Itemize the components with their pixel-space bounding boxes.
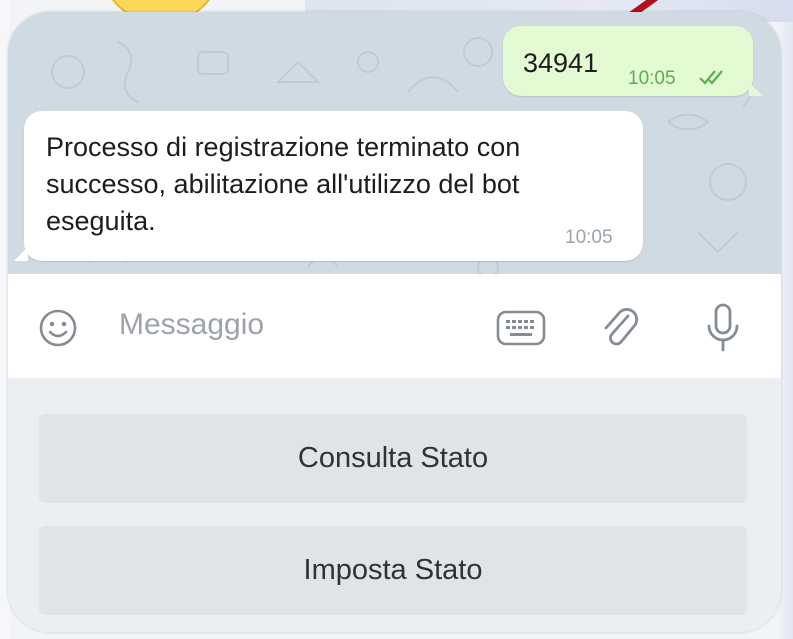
chat-area[interactable]: 34941 10:05 Processo di registrazione te… [8,12,781,274]
incoming-message-time: 10:05 [565,227,613,248]
bubble-tail [14,247,28,261]
phone-screen: 34941 10:05 Processo di registrazione te… [8,12,781,632]
bubble-tail [749,82,763,96]
background-right-edge [779,0,793,639]
double-check-icon [699,70,723,85]
imposta-stato-button[interactable]: Imposta Stato [39,526,747,615]
keyboard-icon[interactable] [495,309,547,347]
outgoing-message-bubble[interactable]: 34941 10:05 [503,26,763,96]
incoming-message-text: Processo di registrazione terminato con … [46,132,521,236]
message-input[interactable]: Messaggio [119,308,264,342]
microphone-icon[interactable] [704,302,742,354]
attach-icon[interactable] [598,304,644,352]
outgoing-message-time: 10:05 [628,68,676,89]
incoming-message-bubble[interactable]: Processo di registrazione terminato con … [14,111,643,261]
bot-keyboard: Consulta Stato Imposta Stato [8,378,781,632]
emoji-icon[interactable] [38,308,78,348]
consulta-stato-button[interactable]: Consulta Stato [39,414,747,503]
message-input-bar: Messaggio [8,274,781,378]
outgoing-message-text: 34941 [523,48,599,78]
